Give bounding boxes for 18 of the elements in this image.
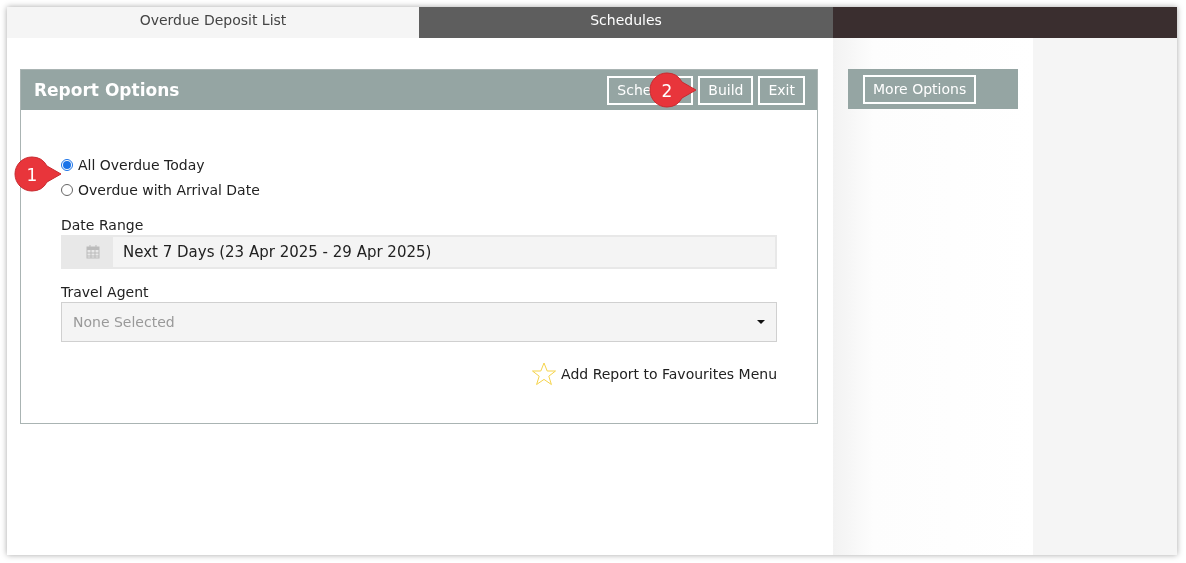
radio-label[interactable]: Overdue with Arrival Date: [78, 181, 260, 198]
radio-label[interactable]: All Overdue Today: [78, 156, 205, 173]
caret-icon: [757, 320, 765, 324]
tab[interactable]: Schedules: [419, 7, 833, 38]
star-icon[interactable]: [531, 362, 558, 386]
callout-badge: 2: [649, 72, 697, 108]
radio-button[interactable]: [61, 183, 73, 196]
favourites-link[interactable]: Add Report to Favourites Menu: [561, 366, 777, 382]
radio-button[interactable]: [61, 158, 73, 171]
date-range-field[interactable]: Next 7 Days (23 Apr 2025 - 29 Apr 2025): [61, 235, 777, 269]
panel-title: Report Options: [34, 80, 181, 100]
callout-badge: 1: [14, 156, 62, 192]
tab[interactable]: Overdue Deposit List: [7, 7, 419, 38]
date-range-value: Next 7 Days (23 Apr 2025 - 29 Apr 2025): [122, 243, 432, 261]
calendar-icon: [86, 245, 100, 259]
field-label: Travel Agent: [61, 284, 149, 300]
placeholder: None Selected: [73, 314, 176, 330]
field-label: Date Range: [61, 217, 144, 233]
